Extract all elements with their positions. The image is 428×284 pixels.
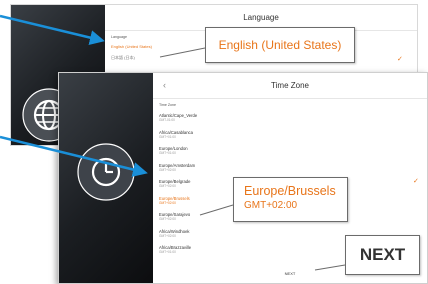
language-title: Language	[243, 13, 279, 22]
power-icon	[77, 143, 135, 201]
timezone-title: Time Zone	[271, 81, 309, 90]
list-item[interactable]: Atlantic/Cape_Verde GMT-01:00	[153, 111, 427, 128]
back-chevron-icon[interactable]: ‹	[163, 80, 166, 90]
timezone-titlebar: ‹ Time Zone	[153, 73, 427, 99]
timezone-section-label: Time Zone	[159, 103, 177, 107]
checkmark-icon: ✓	[413, 178, 419, 185]
timezone-offset: GMT-01:00	[159, 118, 175, 122]
timezone-offset: GMT+01:00	[159, 134, 176, 139]
list-item[interactable]: Europe/London GMT+01:00	[153, 144, 427, 161]
language-callout: English (United States)	[205, 27, 355, 63]
checkmark-icon: ✓	[397, 56, 403, 63]
timezone-side-panel	[59, 73, 153, 283]
timezone-offset: GMT+02:00	[159, 167, 176, 172]
timezone-callout: Europe/Brussels GMT+02:00	[233, 177, 348, 222]
timezone-callout-name: Europe/Brussels	[244, 184, 336, 198]
timezone-callout-offset: GMT+02:00	[244, 200, 298, 211]
next-callout: NEXT	[345, 235, 420, 275]
list-item[interactable]: Africa/Casablanca GMT+01:00	[153, 128, 427, 145]
list-item[interactable]: Europe/Amsterdam GMT+02:00	[153, 161, 427, 178]
timezone-offset: GMT+01:00	[159, 151, 176, 155]
